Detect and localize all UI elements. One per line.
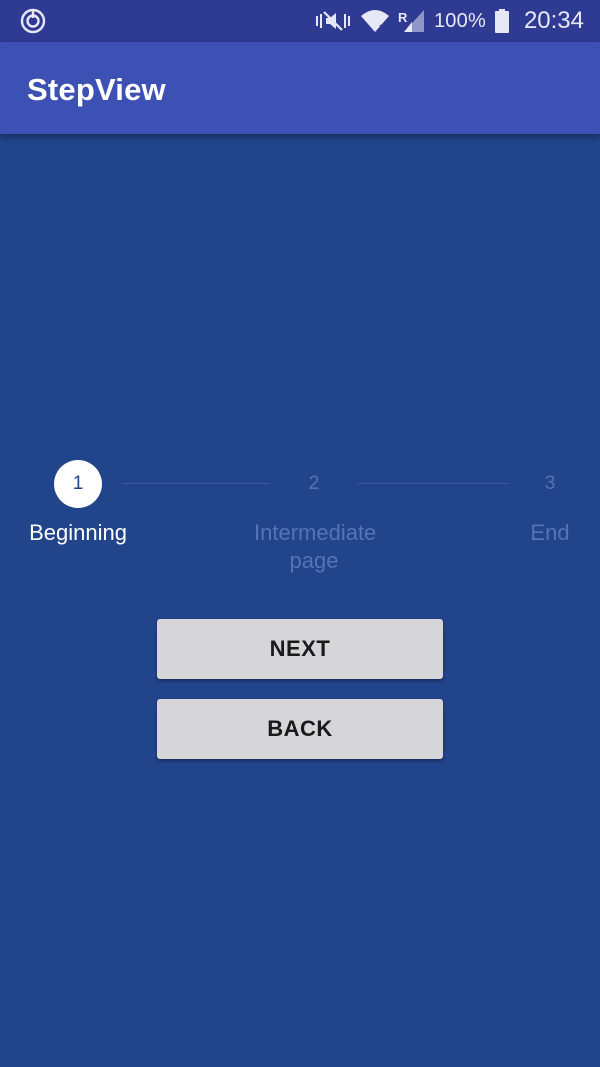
step-1-indicator: 1: [54, 460, 102, 508]
back-button[interactable]: BACK: [157, 699, 443, 759]
app-title: StepView: [27, 72, 166, 107]
battery-percent: 100%: [433, 9, 486, 32]
sync-icon: [20, 8, 46, 34]
step-1-label: Beginning: [29, 520, 127, 545]
app-bar: StepView: [0, 42, 600, 134]
step-2-indicator: 2: [308, 473, 320, 494]
next-button[interactable]: NEXT: [157, 619, 443, 679]
step-3-indicator: 3: [544, 473, 556, 494]
step-2-label: Intermediate page: [254, 520, 377, 573]
status-bar: R 100% 20:34: [0, 0, 600, 42]
step-view: 1 2 3 Beginning Intermediate page End: [0, 455, 600, 585]
step-connector-2-3: [358, 483, 508, 484]
battery-icon: [494, 8, 510, 34]
step-3-label: End: [530, 520, 570, 545]
status-icons: R 100% 20:34: [314, 0, 584, 42]
signal-roaming-icon: R: [398, 8, 426, 34]
mute-vibrate-icon: [314, 9, 352, 33]
wifi-icon: [360, 8, 390, 34]
step-connector-1-2: [122, 483, 270, 484]
svg-text:R: R: [398, 10, 408, 25]
clock: 20:34: [523, 7, 584, 34]
